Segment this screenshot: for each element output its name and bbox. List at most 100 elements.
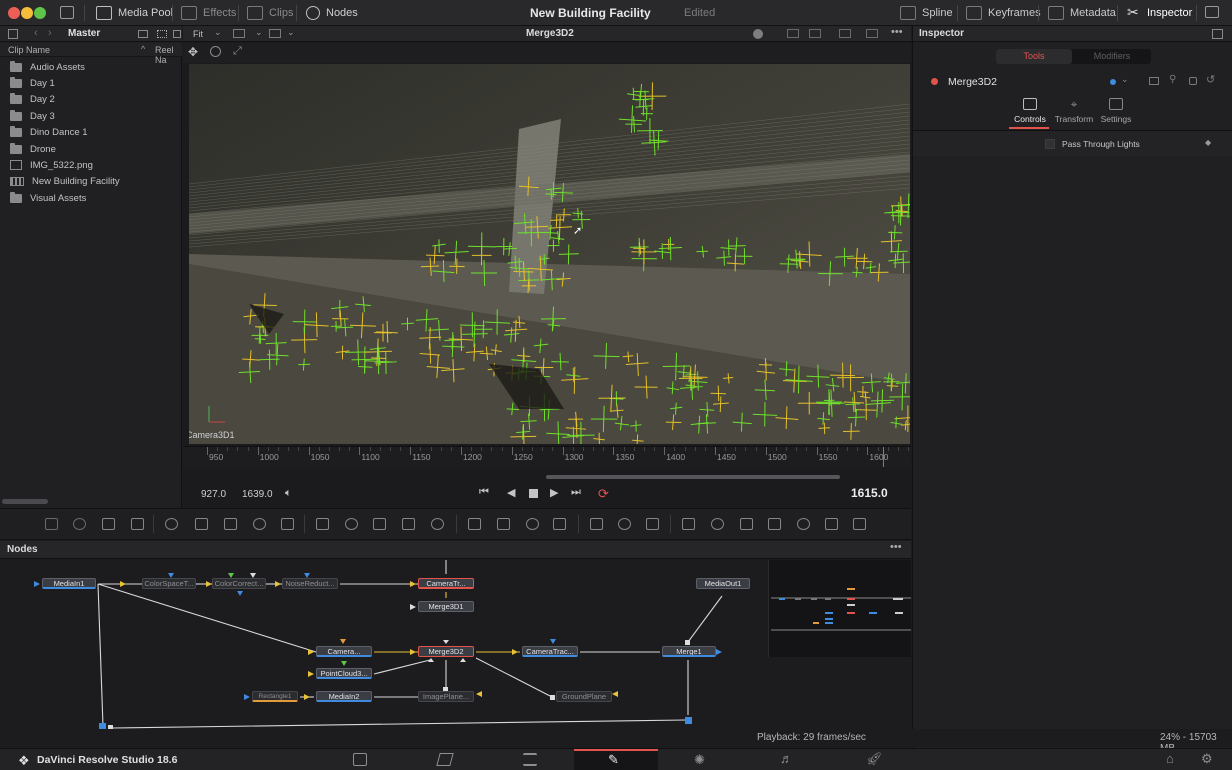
pass-through-checkbox[interactable] — [1045, 139, 1055, 149]
replace3d-icon[interactable] — [825, 518, 838, 530]
playhead[interactable] — [883, 447, 884, 467]
chevron-down-icon[interactable]: ⌄ — [1121, 74, 1129, 85]
polygon-mask-icon[interactable] — [526, 518, 539, 530]
merge-tool-icon[interactable] — [316, 518, 329, 530]
move-icon[interactable]: ✥ — [188, 45, 198, 59]
metadata-button[interactable]: Metadata — [1048, 4, 1116, 22]
keyframes-button[interactable]: Keyframes — [966, 4, 1041, 22]
viewer-lut-icon[interactable] — [787, 29, 799, 38]
tracker-tool-icon[interactable] — [646, 518, 659, 530]
viewer-checker-icon[interactable] — [839, 29, 851, 38]
display-options-icon[interactable] — [269, 29, 281, 38]
curve-tool-icon[interactable] — [195, 518, 208, 530]
in-point-field[interactable]: 927.0 — [197, 486, 233, 502]
node-mediaout1[interactable]: MediaOut1 — [696, 578, 750, 589]
cut-page-icon[interactable] — [436, 753, 454, 766]
camera-tool-icon[interactable] — [402, 518, 415, 530]
text3d-icon[interactable] — [740, 518, 753, 530]
tab-modifiers[interactable]: Modifiers — [1073, 49, 1151, 64]
nodes-button[interactable]: Nodes — [306, 4, 358, 22]
grid-view-icon[interactable] — [157, 30, 167, 38]
go-to-start-icon[interactable]: ⏮︎ — [479, 486, 489, 499]
workspace-menu-icon[interactable] — [60, 6, 74, 19]
node-imageplane[interactable]: ImagePlane... — [418, 691, 474, 702]
image-tool-icon[interactable] — [73, 518, 86, 530]
rotate-icon[interactable] — [210, 46, 221, 57]
rect-mask-icon[interactable] — [468, 518, 481, 530]
more-options-icon[interactable]: ••• — [890, 541, 902, 553]
node-merge3d1[interactable]: Merge3D1 — [418, 601, 474, 612]
transform-tool-icon[interactable] — [431, 518, 444, 530]
time-ruler[interactable]: 950 1000 1050 1100 1150 1200 1250 1300 1350 1400 1… — [183, 446, 911, 468]
media-pool-button[interactable]: Media Pool — [96, 4, 173, 22]
horizontal-scrollbar[interactable] — [2, 499, 48, 504]
fullscreen-icon[interactable] — [1205, 6, 1219, 18]
keyframe-diamond-icon[interactable]: ◆ — [1205, 138, 1211, 147]
node-color-dot[interactable] — [931, 78, 938, 85]
home-icon[interactable]: ⌂ — [1166, 751, 1174, 766]
clip-item[interactable]: Audio Assets — [10, 59, 85, 75]
fairlight-page-icon[interactable]: ♬ — [780, 751, 793, 766]
chevron-down-icon[interactable]: ⌄ — [287, 27, 295, 38]
node-cameratracker-2[interactable]: CameraTrac... — [522, 646, 578, 657]
merge3d-icon[interactable] — [711, 518, 724, 530]
versions-icon[interactable] — [1149, 77, 1159, 85]
clip-item[interactable]: Visual Assets — [10, 190, 86, 206]
lock-icon[interactable] — [1189, 77, 1197, 85]
particle-tool-icon[interactable] — [165, 518, 178, 530]
scale-icon[interactable]: ⤢ — [233, 45, 242, 58]
clip-item[interactable]: Day 1 — [10, 75, 55, 91]
viewer-scrollbar[interactable] — [546, 475, 840, 479]
current-frame-field[interactable]: 1615.0 — [847, 485, 892, 501]
light3d-icon[interactable] — [853, 518, 866, 530]
render3d-icon[interactable] — [797, 518, 810, 530]
volume-icon[interactable]: 🔈︎ — [285, 487, 292, 500]
forward-icon[interactable]: › — [48, 27, 52, 39]
subtab-transform[interactable]: ⌖ Transform — [1053, 98, 1095, 124]
drop-tool-icon[interactable] — [281, 518, 294, 530]
node-cameratracker-1[interactable]: CameraTr... — [418, 578, 474, 589]
more-options-icon[interactable]: ••• — [891, 26, 903, 38]
tab-tools[interactable]: Tools — [996, 49, 1072, 64]
prender-icon[interactable] — [618, 518, 631, 530]
chevron-down-icon[interactable]: ⌄ — [214, 27, 222, 38]
fusion-page-tab[interactable]: ✎ — [574, 749, 658, 770]
node-colorcorrect[interactable]: ColorCorrect... — [212, 578, 266, 589]
node-groundplane[interactable]: GroundPlane — [556, 691, 612, 702]
loop-icon[interactable]: ⟳ — [598, 486, 609, 502]
out-point-field[interactable]: 1639.0 — [238, 486, 278, 502]
zoom-window-button[interactable] — [34, 7, 46, 19]
text-tool-icon[interactable] — [102, 518, 115, 530]
clip-item[interactable]: Dino Dance 1 — [10, 125, 88, 141]
channel-tool-icon[interactable] — [345, 518, 358, 530]
node-pointcloud[interactable]: PointCloud3... — [316, 668, 372, 679]
version-dot-icon[interactable] — [1110, 79, 1116, 85]
polyline-tool-icon[interactable] — [224, 518, 237, 530]
background-tool-icon[interactable] — [45, 518, 58, 530]
list-view-icon[interactable] — [138, 30, 148, 38]
reset-icon[interactable]: ↺ — [1206, 73, 1215, 86]
clip-item[interactable]: IMG_5322.png — [10, 157, 93, 173]
viewer-image[interactable]: Camera3D1 ➚ — [189, 64, 910, 444]
record-icon[interactable] — [753, 29, 763, 39]
node-noisereduce[interactable]: NoiseReduct... — [282, 578, 338, 589]
gear-icon[interactable]: ⚙ — [1201, 751, 1213, 767]
effects-button[interactable]: Effects — [181, 4, 236, 22]
media-page-icon[interactable] — [353, 753, 367, 766]
node-rectangle1[interactable]: Rectangle1 — [252, 691, 298, 702]
chevron-down-icon[interactable]: ⌄ — [255, 27, 263, 38]
subtab-settings[interactable]: Settings — [1099, 98, 1133, 124]
light-tool-icon[interactable] — [253, 518, 266, 530]
view-options-icon[interactable] — [233, 29, 245, 38]
zoom-select[interactable]: Fit — [193, 29, 203, 39]
node-mediain2[interactable]: MediaIn2 — [316, 691, 372, 702]
paint-tool-icon[interactable] — [131, 518, 144, 530]
node-merge1[interactable]: Merge1 — [662, 646, 716, 657]
dual-viewer-icon[interactable] — [866, 29, 878, 38]
bin-name[interactable]: Master — [68, 28, 100, 39]
node-navigator[interactable] — [768, 560, 911, 657]
node-merge3d2[interactable]: Merge3D2 — [418, 646, 474, 657]
inspector-maximize-icon[interactable] — [1212, 29, 1223, 39]
column-reel-name[interactable]: Reel Na — [155, 45, 182, 65]
spline-button[interactable]: Spline — [900, 4, 953, 22]
